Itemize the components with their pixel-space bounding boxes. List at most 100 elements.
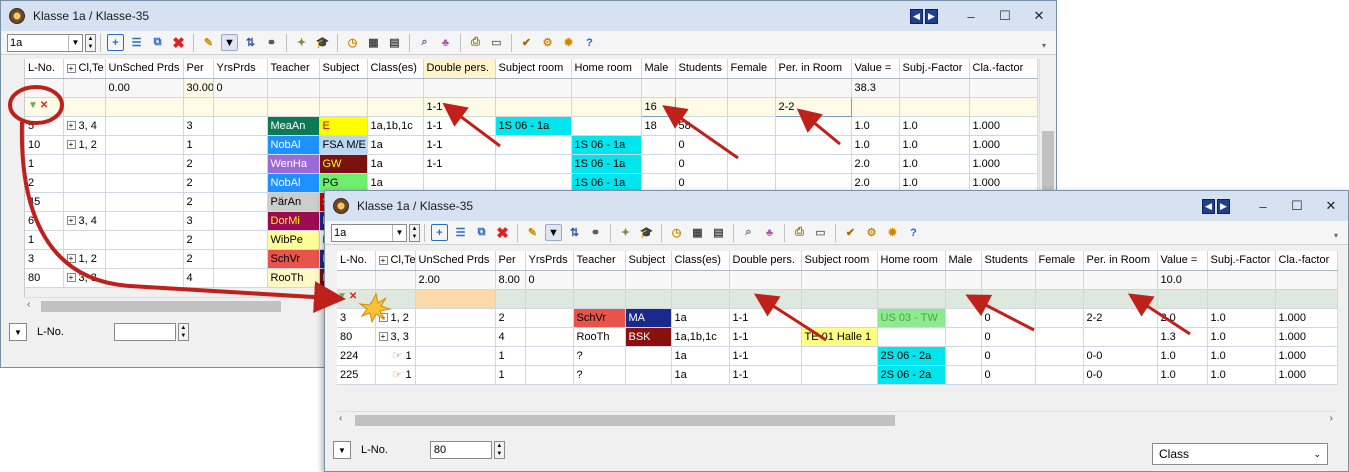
- grid-cell[interactable]: [775, 78, 852, 98]
- grid-cell[interactable]: 1.0: [899, 154, 970, 174]
- grid-cell[interactable]: [213, 97, 268, 117]
- grid-cell[interactable]: 1: [25, 154, 64, 174]
- grid-cell[interactable]: [105, 230, 184, 250]
- grid-cell[interactable]: 16: [640, 96, 676, 117]
- sort-icon[interactable]: ⇅: [566, 224, 583, 241]
- grid-cell[interactable]: [375, 289, 416, 309]
- class-select[interactable]: 1a ▼: [7, 33, 83, 52]
- prev-record-icon[interactable]: ◀: [910, 8, 923, 24]
- grid-cell[interactable]: FSA M/E: [319, 135, 368, 155]
- column-header[interactable]: Subject: [625, 251, 672, 271]
- check-edit-icon[interactable]: ✔: [842, 224, 859, 241]
- grid-cell[interactable]: [641, 78, 676, 98]
- grid-cell[interactable]: 1-1: [423, 116, 496, 136]
- grid-cell[interactable]: 1-1: [423, 135, 496, 155]
- grid-cell[interactable]: [367, 78, 424, 98]
- grid-cell[interactable]: [415, 308, 496, 328]
- grid-cell[interactable]: [525, 289, 574, 309]
- column-header[interactable]: UnSched Prds: [415, 251, 496, 271]
- grid-cell[interactable]: [671, 270, 730, 290]
- column-header[interactable]: Subj.-Factor: [1207, 251, 1276, 271]
- search-icon[interactable]: ⌕: [416, 34, 433, 51]
- grid-cell[interactable]: 38.3: [851, 78, 900, 98]
- grid-cell[interactable]: 0: [981, 346, 1036, 366]
- expand-icon[interactable]: +: [66, 254, 76, 264]
- grid-cell[interactable]: [105, 249, 184, 269]
- chevron-down-icon[interactable]: ▼: [68, 34, 82, 51]
- grid-cell[interactable]: 1.000: [969, 135, 1038, 155]
- grid-cell[interactable]: ☞ 1: [375, 346, 416, 366]
- grid-cell[interactable]: [801, 365, 878, 385]
- grid-cell[interactable]: 1a: [367, 135, 424, 155]
- grid-cell[interactable]: [415, 365, 496, 385]
- grid-cell[interactable]: 2: [183, 249, 214, 269]
- column-header[interactable]: Per. in Room: [775, 59, 852, 79]
- column-header[interactable]: Home room: [877, 251, 946, 271]
- grid-cell[interactable]: [969, 97, 1038, 117]
- column-header[interactable]: L-No.: [25, 59, 64, 79]
- grid-cell[interactable]: 18: [641, 116, 676, 136]
- grid-cell[interactable]: [641, 135, 676, 155]
- toolbar-overflow-icon[interactable]: ▾: [1042, 41, 1046, 50]
- grid-cell[interactable]: [1207, 289, 1276, 309]
- timetable-icon[interactable]: ▦: [365, 34, 382, 51]
- grid-cell[interactable]: 30.00: [183, 78, 214, 98]
- grid-cell[interactable]: [63, 173, 106, 193]
- grid-cell[interactable]: 1a: [671, 308, 730, 328]
- link-icon[interactable]: ⚭: [263, 34, 280, 51]
- timetable-icon[interactable]: ▦: [689, 224, 706, 241]
- prev-record-icon[interactable]: ◀: [1202, 198, 1215, 214]
- grid-cell[interactable]: 5: [25, 116, 64, 136]
- column-header[interactable]: Subject room: [801, 251, 878, 271]
- grid-cell[interactable]: [213, 230, 268, 250]
- grid-cell[interactable]: 2.00: [415, 270, 496, 290]
- grid-cell[interactable]: [945, 308, 982, 328]
- filter-icon[interactable]: ▼: [337, 291, 347, 302]
- grid-cell[interactable]: 1.0: [899, 135, 970, 155]
- grid-cell[interactable]: [213, 192, 268, 212]
- grid-cell[interactable]: [1035, 346, 1084, 366]
- grid-cell[interactable]: 1.0: [1207, 308, 1276, 328]
- grid-cell[interactable]: 1S 06 - 1a: [495, 116, 572, 136]
- grid-cell[interactable]: 4: [495, 327, 526, 347]
- grid-cell[interactable]: 2: [183, 173, 214, 193]
- grid-cell[interactable]: [267, 78, 320, 98]
- grid-cell[interactable]: 2.0: [851, 154, 900, 174]
- table-row[interactable]: 10 +1, 2 1 NobAl FSA M/E 1a 1-1 1S 06 - 1a 0 1.0 1…: [25, 135, 1038, 155]
- grid-cell[interactable]: 0: [981, 365, 1036, 385]
- grid-cell[interactable]: [105, 268, 184, 288]
- graduation-cap-icon[interactable]: 🎓: [314, 34, 331, 51]
- grid-cell[interactable]: US 03 - TW: [877, 308, 946, 328]
- grid-cell[interactable]: 0: [981, 327, 1036, 347]
- grid-cell[interactable]: 1: [495, 365, 526, 385]
- wand-icon[interactable]: ✦: [617, 224, 634, 241]
- grid-cell[interactable]: NobAl: [267, 173, 320, 193]
- new-grid-icon[interactable]: +: [431, 224, 448, 241]
- grid-cell[interactable]: +3, 3: [63, 268, 106, 288]
- grid-cell[interactable]: 2: [183, 230, 214, 250]
- grid-cell[interactable]: 1-1: [729, 365, 802, 385]
- column-header[interactable]: Subj.-Factor: [899, 59, 970, 79]
- scroll-left-icon[interactable]: ‹: [27, 299, 30, 310]
- grid-cell[interactable]: [183, 97, 214, 117]
- scroll-right-icon[interactable]: ›: [1330, 413, 1333, 424]
- column-header[interactable]: + Cl,Te: [375, 251, 416, 271]
- grid-cell[interactable]: 1a,1b,1c: [671, 327, 730, 347]
- grid-cell[interactable]: RooTh: [573, 327, 626, 347]
- grid-cell[interactable]: [319, 78, 368, 98]
- grid-cell[interactable]: [213, 268, 268, 288]
- filter-icon[interactable]: ▼: [28, 100, 38, 111]
- grid-cell[interactable]: [495, 97, 572, 117]
- grid-cell[interactable]: 1.0: [1207, 327, 1276, 347]
- grid-cell[interactable]: 1S 06 - 1a: [571, 135, 642, 155]
- grid-cell[interactable]: [105, 116, 184, 136]
- grid-cell[interactable]: [213, 135, 268, 155]
- expand-icon[interactable]: +: [378, 313, 388, 323]
- grid-cell[interactable]: DorMi: [267, 211, 320, 231]
- grid-cell[interactable]: [1275, 270, 1338, 290]
- graduation-cap-icon[interactable]: 🎓: [638, 224, 655, 241]
- grid-cell[interactable]: [727, 97, 776, 117]
- grid-cell[interactable]: [105, 97, 184, 117]
- grid-cell[interactable]: 1-1: [729, 308, 802, 328]
- grid-cell[interactable]: [105, 211, 184, 231]
